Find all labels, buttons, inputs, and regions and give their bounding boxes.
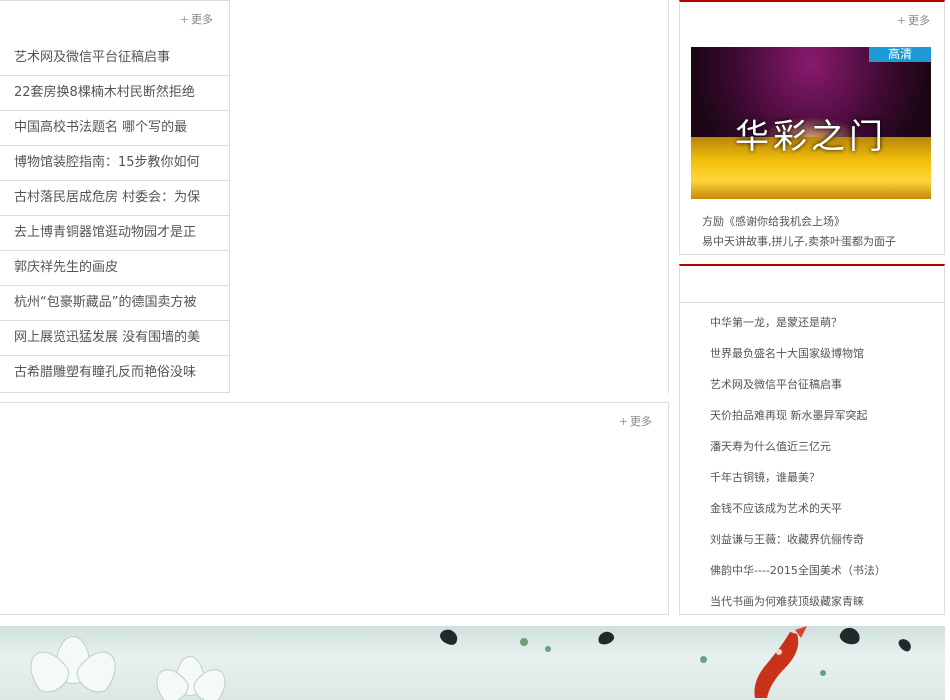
lotus-icon — [148, 656, 240, 700]
dot-icon — [700, 656, 707, 663]
petal-icon — [838, 626, 862, 647]
video-more-link[interactable]: + 更多 — [897, 12, 930, 28]
petal-icon — [896, 636, 914, 654]
lotus-koi-banner — [0, 626, 945, 700]
bottom-middle-panel: + 更多 — [0, 402, 669, 615]
news-list-item[interactable]: 杭州“包豪斯藏品”的德国卖方被 — [0, 286, 229, 321]
news-list-item[interactable]: 22套房换8棵楠木村民断然拒绝 — [0, 76, 229, 111]
ranking-list-item[interactable]: 世界最负盛名十大国家级博物馆 — [710, 338, 886, 369]
news-list-item[interactable]: 郭庆祥先生的画皮 — [0, 251, 229, 286]
ranking-list-item[interactable]: 艺术网及微信平台征稿启事 — [710, 369, 886, 400]
ranking-list-item[interactable]: 佛韵中华----2015全国美术（书法） — [710, 555, 886, 586]
ranking-list-item[interactable]: 当代书画为何难获顶级藏家青睐 — [710, 586, 886, 617]
hd-badge: 高清 — [869, 47, 931, 62]
bottom-more-link[interactable]: + 更多 — [619, 413, 652, 429]
more-label: 更多 — [630, 415, 652, 428]
news-list-item[interactable]: 去上博青铜器馆逛动物园才是正 — [0, 216, 229, 251]
dot-icon — [820, 670, 826, 676]
dot-icon — [520, 638, 528, 646]
more-label: 更多 — [191, 13, 213, 26]
ranking-list: 中华第一龙，是蒙还是萌？ 世界最负盛名十大国家级博物馆 艺术网及微信平台征稿启事… — [710, 307, 886, 617]
dot-icon — [545, 646, 551, 652]
news-list-item[interactable]: 中国高校书法题名 哪个写的最 — [0, 111, 229, 146]
video-thumbnail[interactable]: 华彩之门 高清 — [691, 47, 931, 199]
ranking-list-item[interactable]: 千年古铜镜，谁最美？ — [710, 462, 886, 493]
petal-icon — [437, 626, 461, 648]
left-more-link[interactable]: + 更多 — [180, 11, 213, 27]
koi-fish-icon — [754, 626, 807, 698]
ranking-list-item[interactable]: 潘天寿为什么值近三亿元 — [710, 431, 886, 462]
video-caption-link[interactable]: 方励《感谢你给我机会上场》 — [702, 212, 896, 232]
ranking-header — [680, 266, 944, 303]
plus-icon: + — [618, 415, 628, 428]
middle-content-area — [240, 0, 669, 393]
video-thumbnail-title: 华彩之门 — [735, 117, 887, 157]
plus-icon: + — [179, 13, 189, 26]
left-news-panel: + 更多 艺术网及微信平台征稿启事 22套房换8棵楠木村民断然拒绝 中国高校书法题… — [0, 0, 230, 393]
ranking-list-item[interactable]: 天价拍品难再现 新水墨异军突起 — [710, 400, 886, 431]
video-panel: + 更多 华彩之门 高清 方励《感谢你给我机会上场》 易中天讲故事,拼儿子,卖茶叶… — [679, 0, 945, 255]
news-list-item[interactable]: 网上展览迅猛发展 没有围墙的美 — [0, 321, 229, 356]
news-list-item[interactable]: 古村落民居成危房 村委会：为保 — [0, 181, 229, 216]
news-list-item[interactable]: 艺术网及微信平台征稿启事 — [0, 41, 229, 76]
video-captions: 方励《感谢你给我机会上场》 易中天讲故事,拼儿子,卖茶叶蛋都为面子 — [702, 212, 896, 252]
plus-icon: + — [896, 14, 906, 27]
ranking-panel: 中华第一龙，是蒙还是萌？ 世界最负盛名十大国家级博物馆 艺术网及微信平台征稿启事… — [679, 264, 945, 615]
more-label: 更多 — [908, 14, 930, 27]
video-caption-link[interactable]: 易中天讲故事,拼儿子,卖茶叶蛋都为面子 — [702, 232, 896, 252]
ranking-list-item[interactable]: 刘益谦与王薇：收藏界伉俪传奇 — [710, 524, 886, 555]
news-list-item[interactable]: 博物馆装腔指南：15步教你如何 — [0, 146, 229, 181]
ranking-list-item[interactable]: 金钱不应该成为艺术的天平 — [710, 493, 886, 524]
petal-icon — [596, 629, 616, 647]
left-news-list: 艺术网及微信平台征稿启事 22套房换8棵楠木村民断然拒绝 中国高校书法题名 哪个… — [0, 41, 229, 390]
lotus-icon — [20, 636, 130, 700]
news-list-item[interactable]: 古希腊雕塑有瞳孔反而艳俗没味 — [0, 356, 229, 390]
ranking-list-item[interactable]: 中华第一龙，是蒙还是萌？ — [710, 307, 886, 338]
